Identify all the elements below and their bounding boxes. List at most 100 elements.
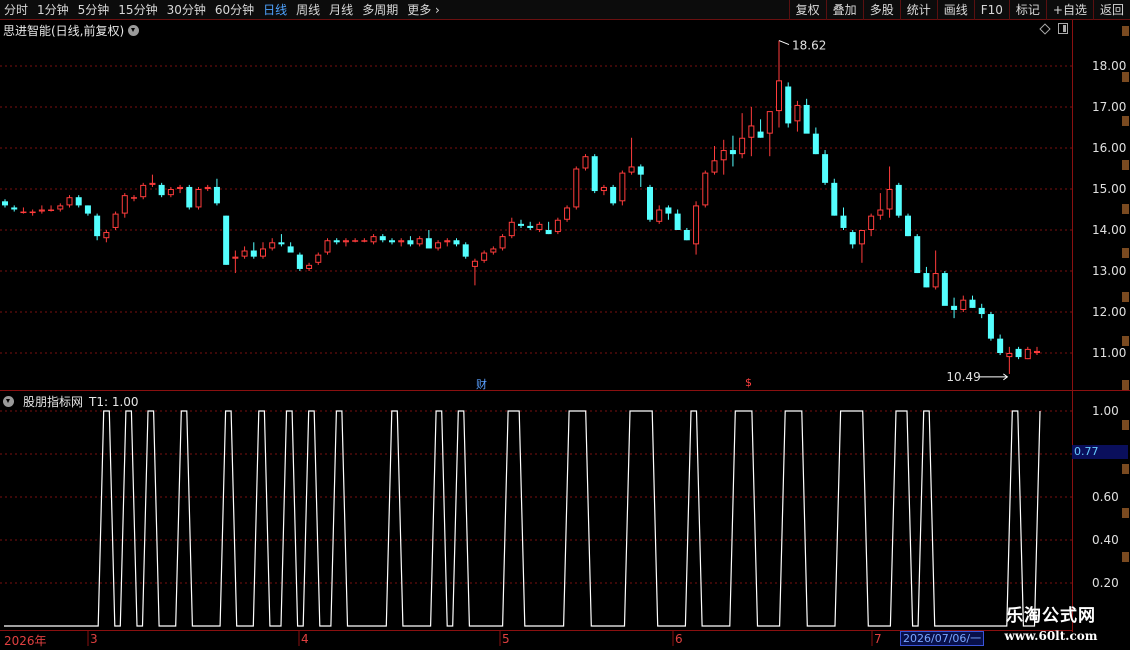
candle — [158, 182, 165, 198]
candle — [711, 145, 718, 175]
candle — [702, 170, 709, 208]
candle — [213, 178, 220, 206]
candle — [720, 139, 727, 175]
candle — [453, 238, 460, 247]
candle — [435, 240, 442, 251]
candle — [2, 199, 8, 208]
candle — [545, 221, 552, 235]
candle — [269, 238, 276, 251]
candle — [831, 178, 838, 216]
price-chart[interactable]: 18.62 10.49 — [0, 0, 1072, 650]
candle — [895, 182, 902, 218]
edge-mark — [1122, 336, 1129, 346]
candle — [757, 119, 764, 138]
right-edge-strip — [1120, 20, 1130, 632]
indicator-title[interactable]: 股朋指标网 T1: 1.00 — [3, 393, 139, 410]
candle — [361, 238, 368, 243]
cursor-date: 2026/07/06/一 — [900, 631, 985, 646]
candle — [250, 242, 257, 259]
candle — [121, 193, 128, 218]
candle — [582, 154, 589, 171]
candle — [812, 127, 819, 155]
x-label-month: 4 — [301, 632, 309, 646]
candle — [315, 252, 322, 265]
high-pointer — [778, 40, 790, 46]
candle — [75, 195, 82, 208]
candle — [849, 230, 856, 249]
candle — [923, 266, 930, 288]
candle — [858, 230, 865, 263]
candle — [600, 184, 607, 196]
candle — [407, 236, 414, 247]
candle — [260, 242, 266, 259]
watermark-logo: 乐淘公式网 www.60lt.com — [988, 604, 1114, 650]
candle — [656, 205, 663, 224]
candle — [1006, 346, 1013, 374]
candle — [978, 303, 985, 319]
candle — [306, 262, 313, 271]
candle — [287, 242, 294, 253]
candle — [573, 166, 580, 210]
candle — [167, 186, 174, 198]
edge-mark — [1122, 204, 1129, 214]
candle — [674, 209, 681, 230]
candle — [739, 113, 746, 159]
candle — [398, 238, 405, 247]
candle — [241, 246, 248, 259]
candle — [619, 170, 626, 206]
edge-mark — [1122, 420, 1129, 430]
candle — [499, 234, 506, 251]
candle — [324, 238, 331, 255]
indicator-tick-label: 0.40 — [1092, 533, 1119, 547]
dividend-marker[interactable]: $ — [745, 376, 752, 389]
edge-mark — [1122, 116, 1129, 126]
candle — [518, 219, 524, 228]
watermark-title: 乐淘公式网 — [1006, 606, 1096, 626]
candle — [131, 195, 137, 202]
candle — [389, 238, 395, 245]
candle — [149, 174, 156, 187]
candle — [536, 221, 543, 233]
candle — [223, 215, 230, 265]
candle — [57, 203, 64, 212]
candle — [693, 201, 700, 255]
candle — [665, 205, 672, 220]
candle — [637, 164, 644, 187]
candle — [969, 295, 976, 308]
candle — [462, 242, 469, 259]
x-label-month: 7 — [874, 632, 882, 646]
edge-mark — [1122, 292, 1129, 302]
candle — [610, 184, 617, 206]
candle — [379, 234, 386, 243]
candle — [822, 150, 829, 185]
candle — [342, 238, 349, 247]
candle — [776, 40, 782, 128]
indicator-name: 股朋指标网 — [23, 395, 84, 409]
x-label-year: 2026年 — [4, 634, 47, 648]
candle — [840, 207, 847, 230]
candle — [444, 238, 451, 247]
candle — [803, 98, 810, 134]
candle — [370, 234, 377, 245]
high-value-label: 18.62 — [792, 39, 826, 53]
candle — [416, 236, 423, 247]
edge-mark — [1122, 380, 1129, 390]
candle — [490, 246, 497, 255]
edge-mark — [1122, 464, 1129, 474]
candle — [425, 230, 432, 249]
candle — [794, 100, 801, 132]
chevron-down-icon[interactable] — [3, 396, 14, 407]
indicator-tick-label: 0.60 — [1092, 490, 1119, 504]
candle — [785, 82, 792, 128]
candle — [94, 213, 101, 241]
candle — [748, 107, 755, 157]
candle — [232, 250, 239, 274]
x-label-month: 3 — [90, 632, 98, 646]
candle — [554, 217, 561, 235]
finance-marker[interactable]: 财 — [476, 376, 487, 392]
candle — [278, 234, 285, 247]
candle — [960, 295, 967, 312]
candle — [186, 184, 193, 210]
toolbar-button-8[interactable]: 返回 — [1092, 0, 1130, 20]
candle — [591, 154, 598, 194]
